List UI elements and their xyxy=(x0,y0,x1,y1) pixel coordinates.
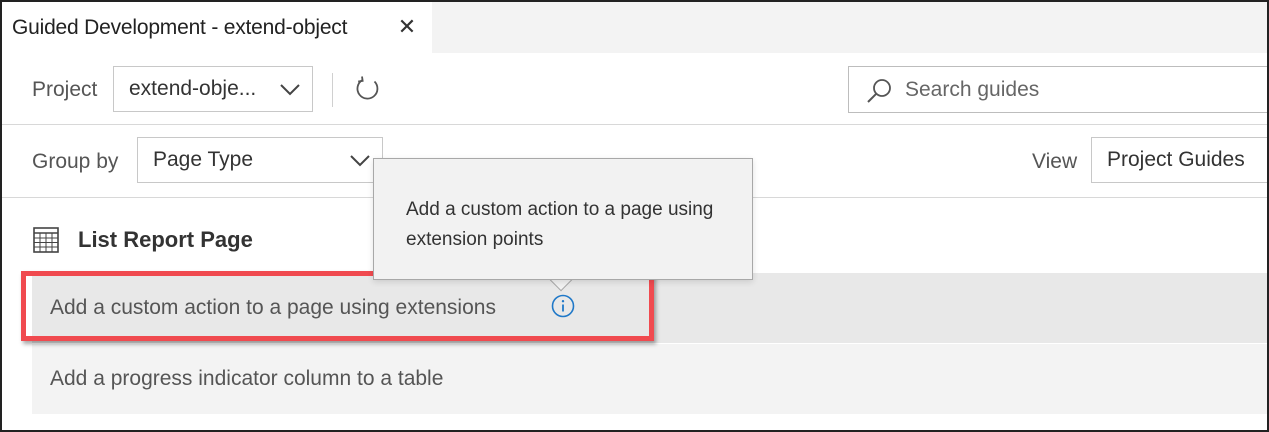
guide-item-label: Add a progress indicator column to a tab… xyxy=(50,367,444,390)
search-input[interactable]: Search guides xyxy=(848,66,1267,113)
guide-item[interactable]: Add a progress indicator column to a tab… xyxy=(32,344,1267,414)
guide-item[interactable]: Add a custom action to a page using exte… xyxy=(32,273,1267,343)
view-label: View xyxy=(1032,150,1078,173)
guide-item-label: Add a custom action to a page using exte… xyxy=(50,296,496,319)
info-tooltip: Add a custom action to a page using exte… xyxy=(373,158,753,280)
project-select-value: extend-obje... xyxy=(129,77,257,100)
tab-guided-development[interactable]: Guided Development - extend-object ✕ xyxy=(2,2,432,53)
search-placeholder: Search guides xyxy=(905,77,1040,101)
search-icon xyxy=(867,79,891,103)
refresh-icon[interactable] xyxy=(354,75,382,103)
close-icon[interactable]: ✕ xyxy=(396,16,418,38)
toolbar-divider xyxy=(332,73,333,107)
guided-development-window: Guided Development - extend-object ✕ Pro… xyxy=(0,0,1269,432)
toolbar: Project extend-obje... Search guides xyxy=(2,53,1267,125)
group-by-value: Page Type xyxy=(153,148,254,171)
group-by-select[interactable]: Page Type xyxy=(137,137,383,183)
tab-strip: Guided Development - extend-object ✕ xyxy=(2,2,1267,53)
section-header: List Report Page xyxy=(32,224,253,256)
tab-title: Guided Development - extend-object xyxy=(12,15,348,39)
view-select[interactable]: Project Guides xyxy=(1091,137,1267,183)
view-value: Project Guides xyxy=(1107,148,1245,171)
chevron-down-icon xyxy=(350,155,370,167)
project-label: Project xyxy=(32,78,98,101)
info-icon[interactable] xyxy=(550,293,576,319)
tooltip-text: Add a custom action to a page using exte… xyxy=(406,199,714,250)
project-select[interactable]: extend-obje... xyxy=(113,66,313,112)
section-title: List Report Page xyxy=(78,227,253,252)
group-by-label: Group by xyxy=(32,150,119,173)
table-icon xyxy=(33,227,59,253)
chevron-down-icon xyxy=(280,84,300,96)
